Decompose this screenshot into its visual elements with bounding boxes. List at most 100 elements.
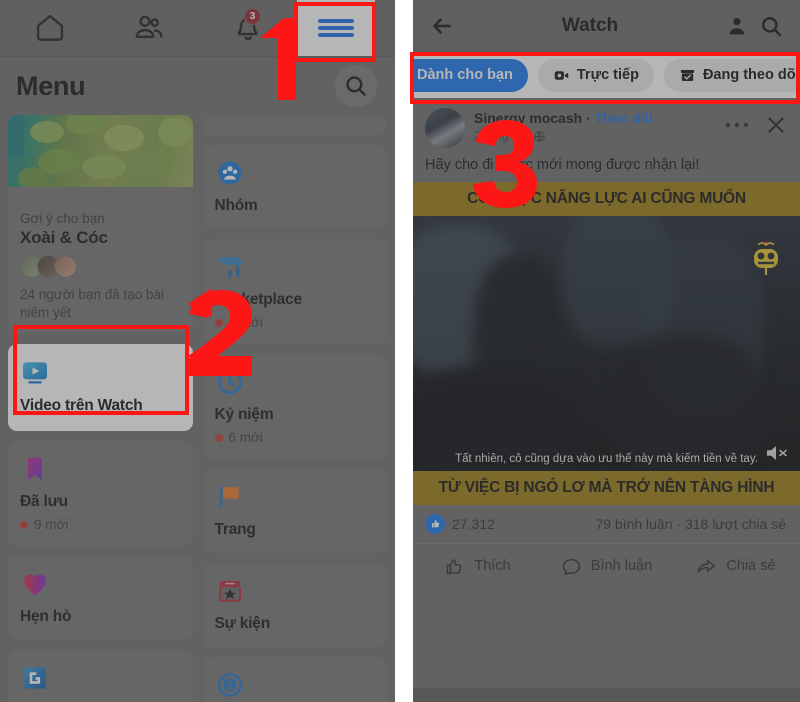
watch-video-icon — [23, 362, 47, 384]
comment-bubble-icon — [562, 558, 580, 575]
menu-item-label: Đã lưu — [20, 493, 68, 511]
more-options-icon[interactable] — [724, 120, 750, 130]
following-check-icon — [680, 69, 695, 81]
screenshot-root: 3 Menu Gợi ý cho bạn Xoài & Cóc 24 người… — [0, 0, 800, 702]
pages-flag-icon — [219, 486, 239, 508]
new-dot-icon — [214, 433, 223, 442]
hamburger-menu-icon — [318, 19, 354, 23]
reaction-count: 27.312 — [452, 516, 495, 532]
post-stats-row: 27.312 79 bình luận · 318 lượt chia sẻ — [413, 505, 800, 543]
author-avatar[interactable] — [425, 108, 465, 148]
gaming-icon — [24, 667, 46, 690]
menu-item-da-luu[interactable]: Đã lưu 9 mới — [8, 441, 193, 547]
menu-left-column: Gợi ý cho bạn Xoài & Cóc 24 người bạn đã… — [8, 115, 193, 702]
search-icon[interactable] — [759, 14, 784, 39]
menu-item-label: Hẹn hò — [20, 608, 72, 626]
menu-right-column: Nhóm Marketplace 1 mới — [202, 115, 387, 702]
events-calendar-icon — [218, 581, 241, 602]
new-dot-icon — [20, 520, 28, 529]
mute-speaker-icon[interactable] — [764, 441, 790, 465]
page-title: Menu — [16, 70, 86, 101]
menu-item-label: Sự kiện — [214, 615, 271, 632]
suggestion-eyebrow: Gợi ý cho bạn — [20, 211, 105, 226]
tab-label: Dành cho bạn — [417, 67, 513, 83]
post-action-bar: Thích Bình luận Chia sẻ — [413, 543, 800, 588]
video-scene: Tất nhiên, cô cũng dựa vào ưu thế này mà… — [413, 216, 800, 471]
share-arrow-icon — [697, 559, 716, 573]
menu-item-badge-label: 6 mới — [228, 430, 263, 445]
reaction-summary[interactable]: 27.312 — [425, 514, 495, 534]
avatar — [54, 255, 77, 278]
menu-item-badge: 6 mới — [214, 430, 376, 445]
marketplace-icon — [218, 257, 241, 277]
bookmark-icon — [28, 458, 42, 481]
bee-logo-icon — [754, 241, 778, 275]
menu-item-su-kien[interactable]: Sự kiện — [202, 563, 387, 647]
menu-item-badge-label: 9 mới — [34, 517, 69, 533]
menu-grid: Gợi ý cho bạn Xoài & Cóc 24 người bạn đã… — [0, 115, 395, 702]
suggestion-title: Xoài & Cóc — [20, 228, 108, 247]
friends-icon — [135, 15, 162, 38]
person-icon[interactable] — [725, 14, 749, 38]
watch-title: Watch — [561, 15, 619, 36]
menu-item-hen-ho[interactable]: Hẹn hò — [8, 556, 193, 641]
action-label: Chia sẻ — [726, 558, 776, 574]
panel-gap — [395, 0, 413, 702]
menu-item-trang[interactable]: Trang — [202, 469, 387, 553]
tab-truc-tiep[interactable]: Trực tiếp — [537, 58, 654, 92]
annotation-number-1 — [260, 18, 296, 100]
menu-item-badge: 9 mới — [20, 517, 181, 532]
menu-item-nhom[interactable]: Nhóm — [202, 145, 387, 229]
comments-shares-count[interactable]: 79 bình luận · 318 lượt chia sẻ — [595, 516, 786, 532]
tab-dang-theo-doi[interactable]: Đang theo dõi — [663, 58, 800, 92]
menu-item-label: Video trên Watch — [20, 397, 143, 415]
post-header-actions — [724, 108, 788, 137]
comment-button[interactable]: Bình luận — [542, 556, 671, 577]
annotation-number-3 — [473, 120, 537, 208]
menu-header: Menu — [0, 57, 395, 115]
follow-link[interactable]: Theo dõi — [595, 110, 653, 126]
suggestion-meta: 24 người bạn đã tạo bài niêm yết — [20, 287, 164, 321]
nav-friends-button[interactable] — [99, 0, 198, 56]
post-separator: · — [586, 110, 591, 126]
menu-item-video-tren-watch[interactable]: Video trên Watch — [8, 344, 193, 432]
thumbs-up-icon — [447, 558, 462, 574]
suggestion-photo — [8, 115, 193, 187]
post-video[interactable]: CÓ ĐƯỢC NĂNG LỰC AI CŨNG MUỐN Tất nhiên,… — [413, 182, 800, 505]
tab-danh-cho-ban[interactable]: Dành cho bạn — [413, 58, 528, 92]
hamburger-menu-icon — [318, 33, 354, 37]
video-bottom-band: TỪ VIỆC BỊ NGÓ LƠ MÀ TRỞ NÊN TÀNG HÌNH — [413, 471, 800, 505]
groups-icon — [217, 161, 242, 185]
like-button[interactable]: Thích — [413, 556, 542, 577]
suggestion-body: Gợi ý cho bạn Xoài & Cóc 24 người bạn đã… — [8, 187, 193, 322]
menu-item-ban-be-quanh-day[interactable]: Bạn bè quanh đây — [202, 657, 387, 702]
video-subtitle: Tất nhiên, cô cũng dựa vào ưu thế này mà… — [455, 453, 758, 465]
nearby-friends-icon — [217, 673, 242, 697]
menu-item-choi-game[interactable]: Chơi game 5 mới — [8, 650, 193, 702]
right-phone-panel: Watch Dành cho bạn Trực tiếp Đang theo d… — [413, 0, 800, 702]
action-label: Bình luận — [590, 558, 653, 574]
live-video-icon — [554, 70, 569, 80]
like-reaction-icon — [425, 514, 445, 534]
share-button[interactable]: Chia sẻ — [671, 555, 800, 577]
back-arrow-icon[interactable] — [429, 13, 455, 39]
close-icon[interactable] — [764, 113, 788, 137]
menu-item-partial-top[interactable] — [202, 115, 387, 135]
tab-label: Đang theo dõi — [702, 67, 800, 83]
facebook-top-navbar: 3 — [0, 0, 395, 57]
watch-topbar: Watch — [413, 0, 800, 52]
bottom-strip — [413, 688, 800, 702]
menu-search-button[interactable] — [335, 65, 377, 107]
suggestion-avatars — [20, 255, 181, 278]
marketplace-suggestion-card[interactable]: Gợi ý cho bạn Xoài & Cóc 24 người bạn đã… — [8, 115, 193, 335]
menu-item-label: Trang — [214, 521, 256, 538]
search-icon — [346, 76, 366, 96]
menu-item-label: Kỷ niệm — [214, 406, 274, 423]
action-label: Thích — [474, 558, 511, 574]
nav-home-button[interactable] — [0, 0, 99, 56]
heart-icon — [24, 574, 46, 596]
watch-tabs-row: Dành cho bạn Trực tiếp Đang theo dõi — [413, 52, 800, 98]
home-icon — [36, 14, 63, 41]
tab-label: Trực tiếp — [576, 67, 639, 83]
hamburger-menu-icon — [318, 26, 354, 30]
